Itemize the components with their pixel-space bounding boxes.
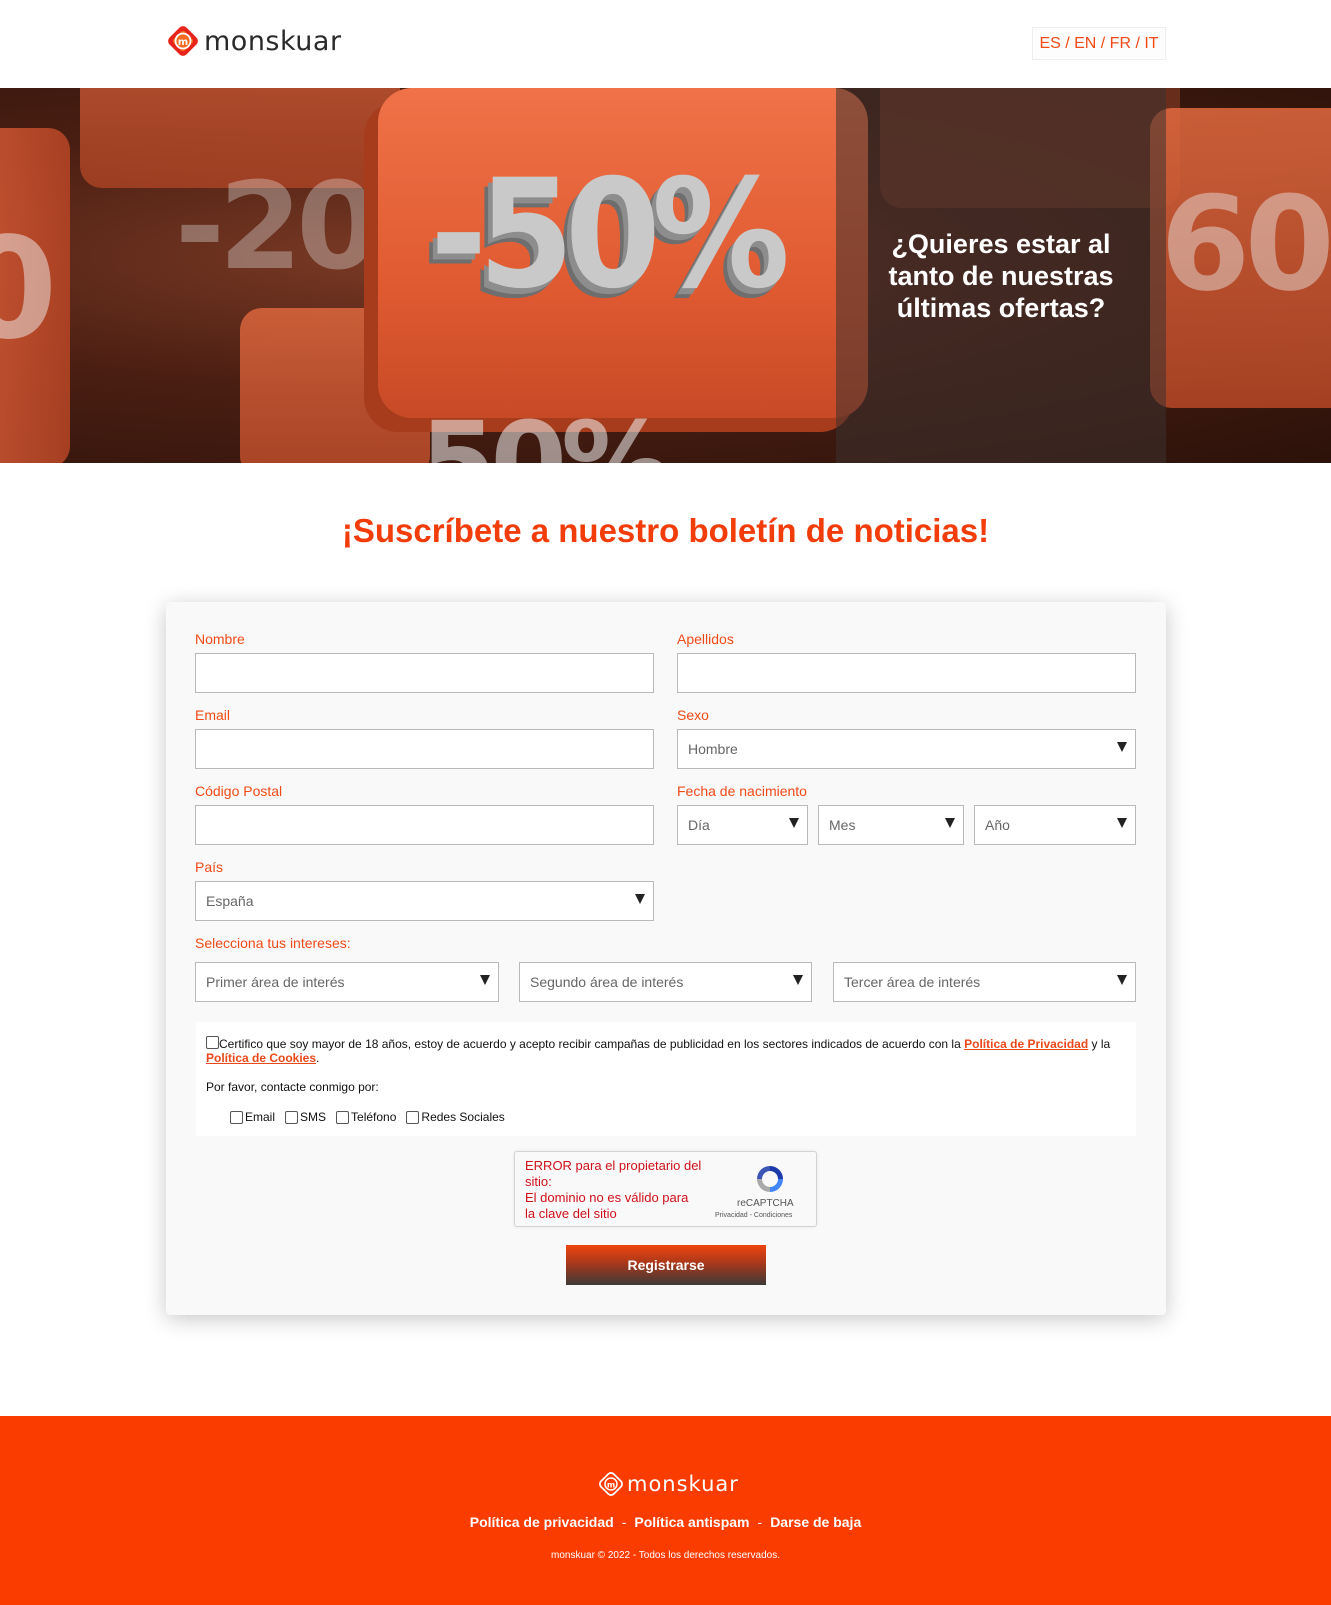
svg-text:m: m	[178, 37, 188, 48]
contact-option-redes[interactable]: Redes Sociales	[406, 1110, 505, 1124]
anio-select[interactable]: Año	[974, 805, 1136, 845]
recaptcha-links[interactable]: Privacidad - Condiciones	[715, 1212, 792, 1219]
hero-text-panel: ¿Quieres estar al tanto de nuestras últi…	[836, 88, 1166, 463]
register-button[interactable]: Registrarse	[566, 1245, 766, 1285]
language-switch[interactable]: ES / EN / FR / IT	[1032, 27, 1166, 60]
pais-select[interactable]: España	[195, 881, 654, 921]
interes-2-value: Segundo área de interés	[530, 974, 684, 990]
apellidos-label: Apellidos	[677, 631, 734, 647]
hero-banner: -20 0 -50% 50% 60% ¿Quieres estar al tan…	[0, 88, 1331, 463]
dia-select[interactable]: Día	[677, 805, 808, 845]
recaptcha-brand: reCAPTCHA	[737, 1198, 794, 1209]
hero-discount-text: -50%	[430, 148, 790, 322]
contact-sms-checkbox[interactable]	[285, 1110, 299, 1124]
recaptcha-error-line: la clave del sitio	[525, 1206, 617, 1221]
recaptcha-widget[interactable]: ERROR para el propietario del sitio: El …	[514, 1151, 817, 1227]
recaptcha-error-line: ERROR para el propietario del	[525, 1158, 702, 1173]
fecha-nacimiento-label: Fecha de nacimiento	[677, 783, 807, 799]
recaptcha-error-line: sitio:	[525, 1174, 552, 1189]
dropdown-arrow-icon	[1117, 975, 1127, 985]
sexo-label: Sexo	[677, 707, 709, 723]
mes-value: Mes	[829, 817, 856, 833]
dropdown-arrow-icon	[1117, 818, 1127, 828]
svg-text:m: m	[607, 1481, 615, 1490]
hero-bg-text: -20	[175, 158, 380, 297]
interes-1-select[interactable]: Primer área de interés	[195, 962, 499, 1002]
contact-option-label: Redes Sociales	[421, 1110, 505, 1124]
consent-text-part: .	[316, 1051, 320, 1065]
footer-separator: -	[621, 1514, 627, 1530]
footer-logo-icon: m	[599, 1472, 623, 1496]
logo-text: monskuar	[204, 25, 342, 57]
pais-label: País	[195, 859, 224, 875]
apellidos-input[interactable]	[677, 653, 1136, 693]
contact-label: Por favor, contacte conmigo por:	[206, 1080, 379, 1094]
codigo-postal-input[interactable]	[195, 805, 654, 845]
hero-bg-text: 50%	[420, 398, 671, 463]
interes-3-value: Tercer área de interés	[844, 974, 981, 990]
consent-text: Certifico que soy mayor de 18 años, esto…	[206, 1036, 1131, 1065]
dia-value: Día	[688, 817, 710, 833]
footer-copyright: monskuar © 2022 - Todos los derechos res…	[551, 1550, 780, 1561]
logo-icon: m	[168, 26, 198, 56]
consent-box: Certifico que soy mayor de 18 años, esto…	[196, 1022, 1136, 1136]
cookies-policy-link[interactable]: Política de Cookies	[206, 1051, 316, 1065]
footer-link-privacy[interactable]: Política de privacidad	[470, 1514, 614, 1530]
contact-redes-checkbox[interactable]	[406, 1110, 420, 1124]
hero-headline: ¿Quieres estar al tanto de nuestras últi…	[888, 228, 1114, 323]
intereses-label: Selecciona tus intereses:	[195, 935, 351, 951]
pais-value: España	[206, 893, 254, 909]
sexo-select[interactable]: Hombre	[677, 729, 1136, 769]
codigo-postal-label: Código Postal	[195, 783, 283, 799]
contact-option-email[interactable]: Email	[230, 1110, 275, 1124]
signup-form: Nombre Apellidos Email Sexo Hombre Códig…	[166, 602, 1166, 1315]
privacy-policy-link[interactable]: Política de Privacidad	[964, 1037, 1088, 1051]
interes-1-value: Primer área de interés	[206, 974, 345, 990]
contact-email-checkbox[interactable]	[230, 1110, 243, 1124]
email-label: Email	[195, 707, 231, 723]
footer-logo-text: monskuar	[627, 1472, 739, 1496]
footer-link-antispam[interactable]: Política antispam	[634, 1514, 749, 1530]
recaptcha-error: ERROR para el propietario del sitio: El …	[525, 1158, 725, 1222]
hero-bg-text: 0	[0, 208, 58, 371]
footer-separator: -	[757, 1514, 763, 1530]
footer-links: Política de privacidad - Política antispam…	[0, 1514, 1331, 1530]
footer-link-unsubscribe[interactable]: Darse de baja	[770, 1514, 861, 1530]
consent-text-part: y la	[1088, 1037, 1111, 1051]
recaptcha-icon	[757, 1166, 783, 1192]
dropdown-arrow-icon	[945, 818, 955, 828]
dropdown-arrow-icon	[635, 894, 645, 904]
contact-option-label: Teléfono	[351, 1110, 397, 1124]
dropdown-arrow-icon	[789, 818, 799, 828]
email-input[interactable]	[195, 729, 654, 769]
sexo-value: Hombre	[688, 741, 738, 757]
dropdown-arrow-icon	[480, 975, 490, 985]
contact-option-label: SMS	[300, 1110, 327, 1124]
contact-option-sms[interactable]: SMS	[285, 1110, 326, 1124]
dropdown-arrow-icon	[1117, 742, 1127, 752]
footer-logo[interactable]: m monskuar	[598, 1471, 739, 1497]
dropdown-arrow-icon	[793, 975, 803, 985]
site-header: m monskuar ES / EN / FR / IT	[0, 0, 1331, 88]
nombre-input[interactable]	[195, 653, 654, 693]
anio-value: Año	[985, 817, 1010, 833]
consent-checkbox[interactable]	[206, 1036, 219, 1049]
interes-2-select[interactable]: Segundo área de interés	[519, 962, 812, 1002]
contact-telefono-checkbox[interactable]	[336, 1110, 350, 1124]
mes-select[interactable]: Mes	[818, 805, 964, 845]
site-footer: m monskuar Política de privacidad - Políti…	[0, 1416, 1331, 1605]
contact-option-telefono[interactable]: Teléfono	[336, 1110, 396, 1124]
brand-logo[interactable]: m monskuar	[166, 24, 342, 58]
nombre-label: Nombre	[195, 631, 245, 647]
hero-bg-text: 60%	[1160, 168, 1331, 320]
contact-option-label: Email	[245, 1110, 276, 1124]
consent-text-part: Certifico que soy mayor de 18 años, esto…	[219, 1037, 965, 1051]
recaptcha-error-line: El dominio no es válido para	[525, 1190, 689, 1205]
interes-3-select[interactable]: Tercer área de interés	[833, 962, 1136, 1002]
page-title: ¡Suscríbete a nuestro boletín de noticia…	[341, 512, 990, 549]
contact-options: Email SMS Teléfono Redes Sociales	[230, 1110, 515, 1124]
